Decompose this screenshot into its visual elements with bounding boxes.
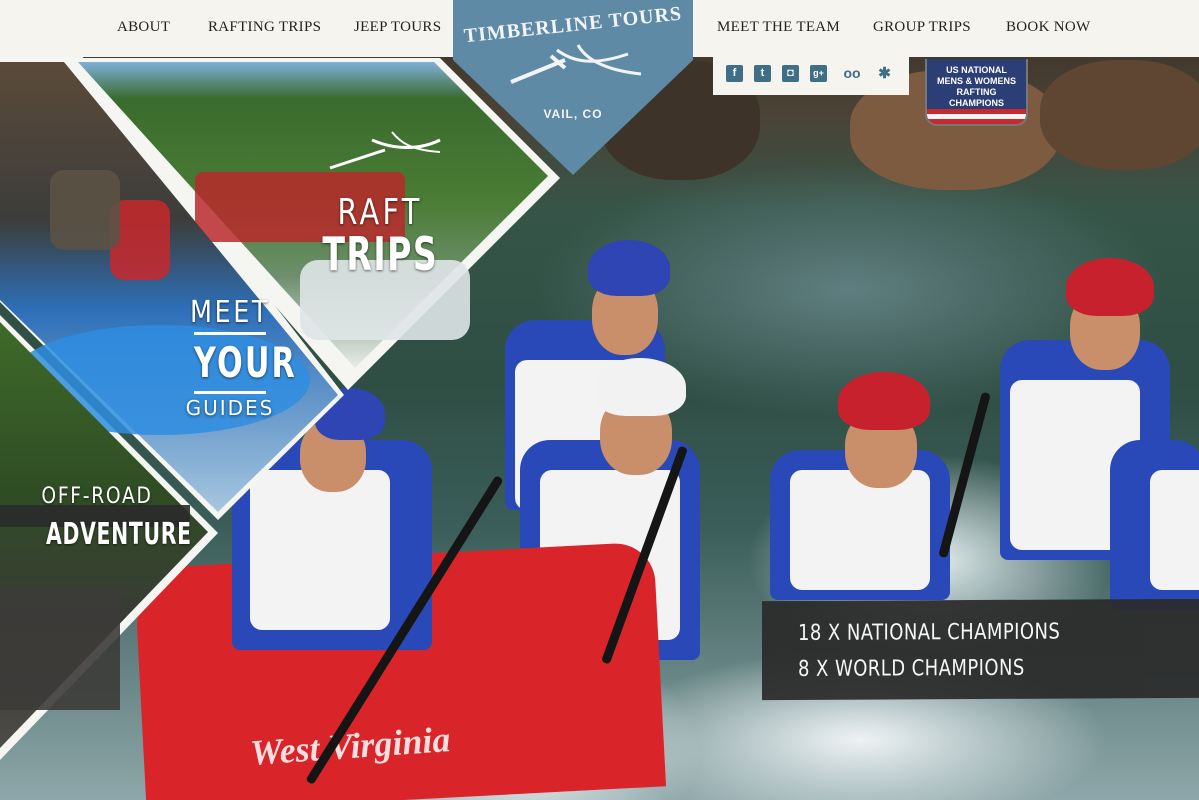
nav-about[interactable]: ABOUT <box>117 19 170 36</box>
meet-guides-line2: YOUR <box>194 332 295 394</box>
offroad-line1: OFF-ROAD <box>41 484 153 509</box>
nav-group-trips[interactable]: GROUP TRIPS <box>873 19 971 36</box>
meet-guides-line1: MEET <box>189 295 271 330</box>
offroad-line2: ADVENTURE <box>46 517 192 552</box>
nav-meet-the-team[interactable]: MEET THE TEAM <box>717 19 840 36</box>
logo-subtitle: VAIL, CO <box>543 107 603 121</box>
champions-banner: 18 X NATIONAL CHAMPIONS 8 X WORLD CHAMPI… <box>762 598 1199 701</box>
social-links: f t ◘ g+ oo ✱ <box>713 57 909 95</box>
nav-jeep-tours[interactable]: JEEP TOURS <box>354 19 441 36</box>
meet-guides-line3: GUIDES <box>185 396 275 420</box>
national-champions-text: 18 X NATIONAL CHAMPIONS <box>798 619 1061 646</box>
facebook-icon[interactable]: f <box>726 65 743 82</box>
raft-trips-line2: TRIPS <box>322 227 439 281</box>
offroad-label[interactable]: OFF-ROAD ADVENTURE <box>22 484 192 552</box>
raft-trips-label[interactable]: RAFT TRIPS <box>300 192 460 281</box>
yelp-icon[interactable]: ✱ <box>876 65 893 82</box>
tripadvisor-icon[interactable]: oo <box>839 65 865 82</box>
world-champions-text: 8 X WORLD CHAMPIONS <box>798 655 1025 682</box>
meet-guides-label[interactable]: MEET YOUR GUIDES <box>160 295 300 420</box>
shield-text: US NATIONAL MENS & WOMENS RAFTING CHAMPI… <box>936 65 1016 108</box>
site-logo[interactable]: TIMBERLINE TOURS VAIL, CO <box>453 0 693 175</box>
nav-rafting-trips[interactable]: RAFTING TRIPS <box>208 19 321 36</box>
nav-book-now[interactable]: BOOK NOW <box>1006 19 1090 36</box>
twitter-icon[interactable]: t <box>754 65 771 82</box>
champions-shield: US NATIONAL MENS & WOMENS RAFTING CHAMPI… <box>925 59 1028 126</box>
google-plus-icon[interactable]: g+ <box>810 65 827 82</box>
instagram-icon[interactable]: ◘ <box>782 65 799 82</box>
